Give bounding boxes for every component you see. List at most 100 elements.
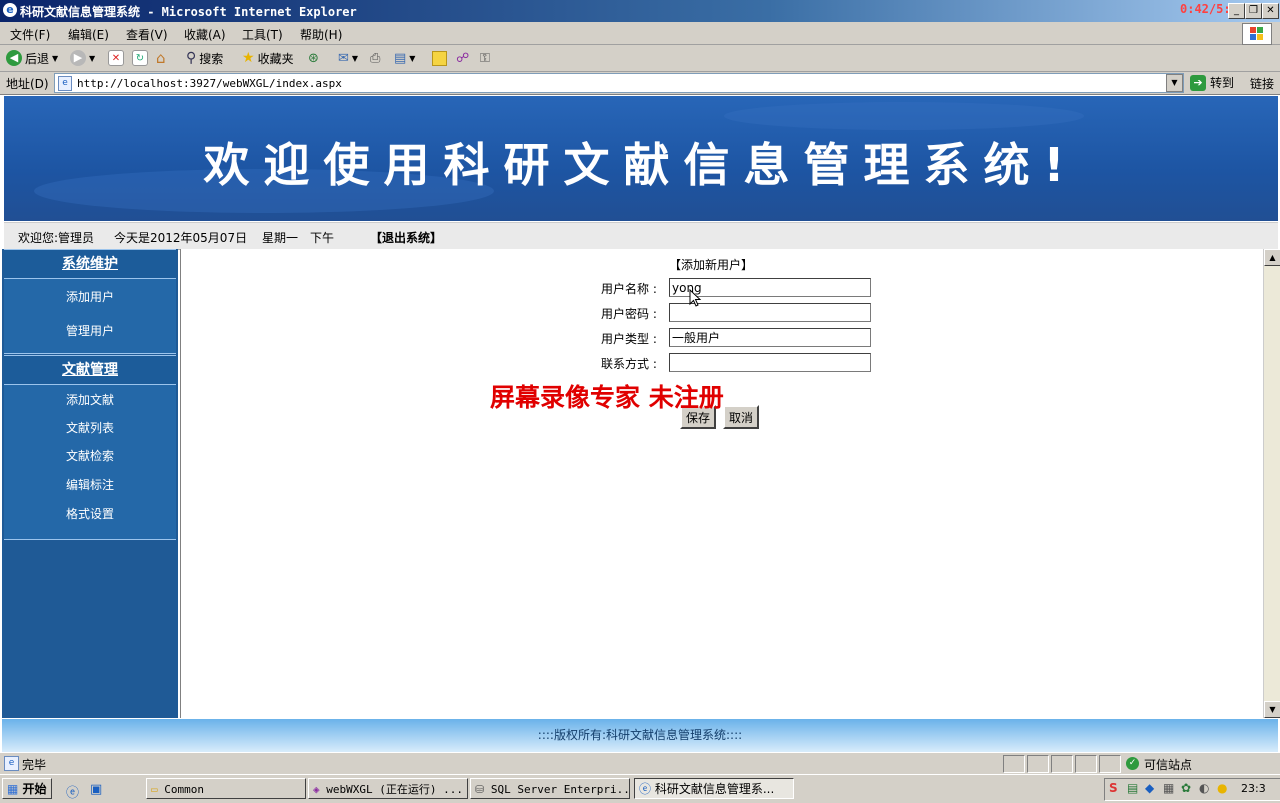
messenger-button[interactable]: ☍ (456, 49, 469, 67)
chevron-down-icon[interactable]: ▼ (89, 54, 95, 63)
clock: 23:3 (1241, 782, 1266, 795)
favorites-button[interactable]: ★ 收藏夹 (242, 49, 294, 67)
menu-edit[interactable]: 编辑(E) (68, 26, 109, 43)
task-common[interactable]: ▭ Common (146, 778, 306, 799)
mail-button[interactable]: ✉ ▼ (338, 49, 358, 67)
search-button[interactable]: ⚲ 搜索 (186, 49, 223, 67)
sidebar-section-system-items: 添加用户 管理用户 (4, 279, 176, 354)
links-button[interactable]: 链接 (1250, 75, 1274, 92)
sidebar-item-document-list[interactable]: 文献列表 (4, 419, 176, 436)
task-label: 科研文献信息管理系... (654, 782, 775, 796)
menu-help[interactable]: 帮助(H) (300, 26, 342, 43)
user-type-input[interactable] (669, 328, 871, 347)
task-ie-active[interactable]: ⓔ 科研文献信息管理系... (634, 778, 794, 799)
page-done-icon: e (4, 756, 19, 771)
forward-button[interactable]: ▶ ▼ (70, 49, 95, 67)
cancel-button[interactable]: 取消 (723, 405, 760, 429)
sidebar-item-document-search[interactable]: 文献检索 (4, 447, 176, 464)
menu-file[interactable]: 文件(F) (10, 26, 50, 43)
edit-button[interactable]: ▤ ▼ (394, 49, 415, 67)
go-button[interactable]: ➔ 转到 (1190, 74, 1234, 91)
content-frame: 【添加新用户】 用户名称 : 用户密码 : 用户类型 : 联系方式 : 保存 取… (180, 249, 1265, 718)
close-button[interactable]: ✕ (1262, 3, 1279, 19)
research-button[interactable]: ⚿ (480, 49, 490, 67)
task-label: webWXGL (正在运行) ... (326, 783, 463, 796)
vertical-scrollbar[interactable]: ▲ ▼ (1263, 249, 1280, 718)
start-button[interactable]: ▦ 开始 (2, 778, 52, 799)
menu-view[interactable]: 查看(V) (126, 26, 168, 43)
go-label: 转到 (1210, 76, 1235, 90)
task-label: SQL Server Enterpri... (490, 783, 630, 796)
form-heading: 【添加新用户】 (669, 258, 754, 272)
messenger-icon: ☍ (456, 50, 470, 66)
task-sql-server[interactable]: ⛁ SQL Server Enterpri... (470, 778, 630, 799)
folder-icon: ▭ (151, 783, 158, 796)
menu-favorites[interactable]: 收藏(A) (184, 26, 226, 43)
contact-label: 联系方式 : (601, 357, 657, 371)
ie-icon: ⓔ (639, 782, 652, 796)
sidebar-item-add-document[interactable]: 添加文献 (4, 391, 176, 408)
network-icon[interactable]: ▤ (1127, 781, 1138, 795)
menu-bar: 文件(F) 编辑(E) 查看(V) 收藏(A) 工具(T) 帮助(H) (0, 22, 1280, 45)
tray-app-icon[interactable]: ◆ (1145, 781, 1154, 795)
status-pane (1003, 755, 1025, 773)
task-webwxgl[interactable]: ◈ webWXGL (正在运行) ... (308, 778, 468, 799)
period-text: 下午 (310, 231, 335, 245)
discuss-button[interactable] (432, 49, 447, 67)
menu-tools[interactable]: 工具(T) (242, 26, 283, 43)
quicklaunch-ie-icon[interactable]: ⓔ (66, 782, 79, 801)
chevron-down-icon[interactable]: ▼ (409, 54, 415, 63)
date-text: 今天是2012年05月07日 (114, 231, 248, 245)
home-button[interactable]: ⌂ (156, 49, 166, 67)
toolbar: ◀ 后退 ▼ ▶ ▼ ✕ ↻ ⌂ ⚲ 搜索 ★ 收藏夹 ⊛ ✉ ▼ ⎙ ▤ ▼ ☍ … (0, 45, 1280, 72)
sidebar-section-documents[interactable]: 文献管理 (4, 355, 176, 385)
contact-input[interactable] (669, 353, 871, 372)
site-banner: 欢迎使用科研文献信息管理系统! (4, 96, 1278, 221)
chevron-down-icon[interactable]: ▼ (1166, 74, 1183, 92)
sidebar-item-add-user[interactable]: 添加用户 (4, 288, 176, 305)
sidebar-item-edit-annotation[interactable]: 编辑标注 (4, 476, 176, 493)
security-zone: 可信站点 (1144, 758, 1193, 772)
input-method-icon[interactable]: S (1109, 781, 1118, 795)
scroll-up-icon[interactable]: ▲ (1264, 249, 1280, 266)
trusted-check-icon: ✓ (1126, 757, 1139, 770)
search-icon: ⚲ (186, 50, 197, 66)
sidebar-section-system[interactable]: 系统维护 (4, 249, 176, 279)
window-title: 科研文献信息管理系统 - Microsoft Internet Explorer (20, 5, 357, 19)
note-icon (432, 50, 447, 66)
back-button[interactable]: ◀ 后退 ▼ (6, 49, 58, 67)
back-label: 后退 (25, 51, 50, 66)
minimize-button[interactable]: _ (1228, 3, 1245, 19)
sidebar-item-format-settings[interactable]: 格式设置 (4, 505, 176, 522)
url-input[interactable] (75, 75, 1159, 92)
recorder-watermark: 屏幕录像专家 未注册 (490, 383, 724, 412)
weekday-text: 星期一 (262, 231, 299, 245)
volume-icon[interactable]: ◐ (1199, 781, 1209, 795)
scroll-down-icon[interactable]: ▼ (1264, 701, 1280, 718)
username-label: 用户名称 : (601, 282, 657, 296)
chevron-down-icon[interactable]: ▼ (52, 54, 58, 63)
research-icon: ⚿ (480, 50, 490, 66)
print-button[interactable]: ⎙ (370, 49, 380, 67)
address-label: 地址(D) (6, 77, 49, 91)
history-button[interactable]: ⊛ (308, 49, 319, 67)
sidebar: 系统维护 添加用户 管理用户 文献管理 添加文献 文献列表 文献检索 编辑标注 … (2, 249, 178, 718)
go-arrow-icon: ➔ (1190, 74, 1206, 91)
taskbar: ▦ 开始 ⓔ ▣ ▭ Common ◈ webWXGL (正在运行) ... ⛁… (0, 774, 1280, 803)
page-footer: ::::版权所有:科研文献信息管理系统:::: (2, 719, 1278, 752)
address-field[interactable]: e (54, 73, 1184, 93)
tray-app-icon[interactable]: ▦ (1163, 781, 1174, 795)
tray-app-icon[interactable]: ● (1217, 781, 1227, 795)
user-info-bar: 欢迎您:管理员 今天是2012年05月07日 星期一 下午 【退出系统】 (4, 222, 1278, 250)
restore-button[interactable]: ❐ (1245, 3, 1262, 19)
sidebar-section-documents-items: 添加文献 文献列表 文献检索 编辑标注 格式设置 (4, 385, 176, 540)
windows-flag-icon: ▦ (7, 782, 19, 796)
tray-app-icon[interactable]: ✿ (1181, 781, 1191, 795)
refresh-button[interactable]: ↻ (132, 49, 148, 67)
sidebar-item-manage-users[interactable]: 管理用户 (4, 322, 176, 339)
quicklaunch-desktop-icon[interactable]: ▣ (90, 782, 102, 797)
stop-button[interactable]: ✕ (108, 49, 124, 67)
vs-icon: ◈ (313, 783, 320, 796)
chevron-down-icon[interactable]: ▼ (352, 54, 358, 63)
logout-link[interactable]: 【退出系统】 (370, 229, 442, 246)
